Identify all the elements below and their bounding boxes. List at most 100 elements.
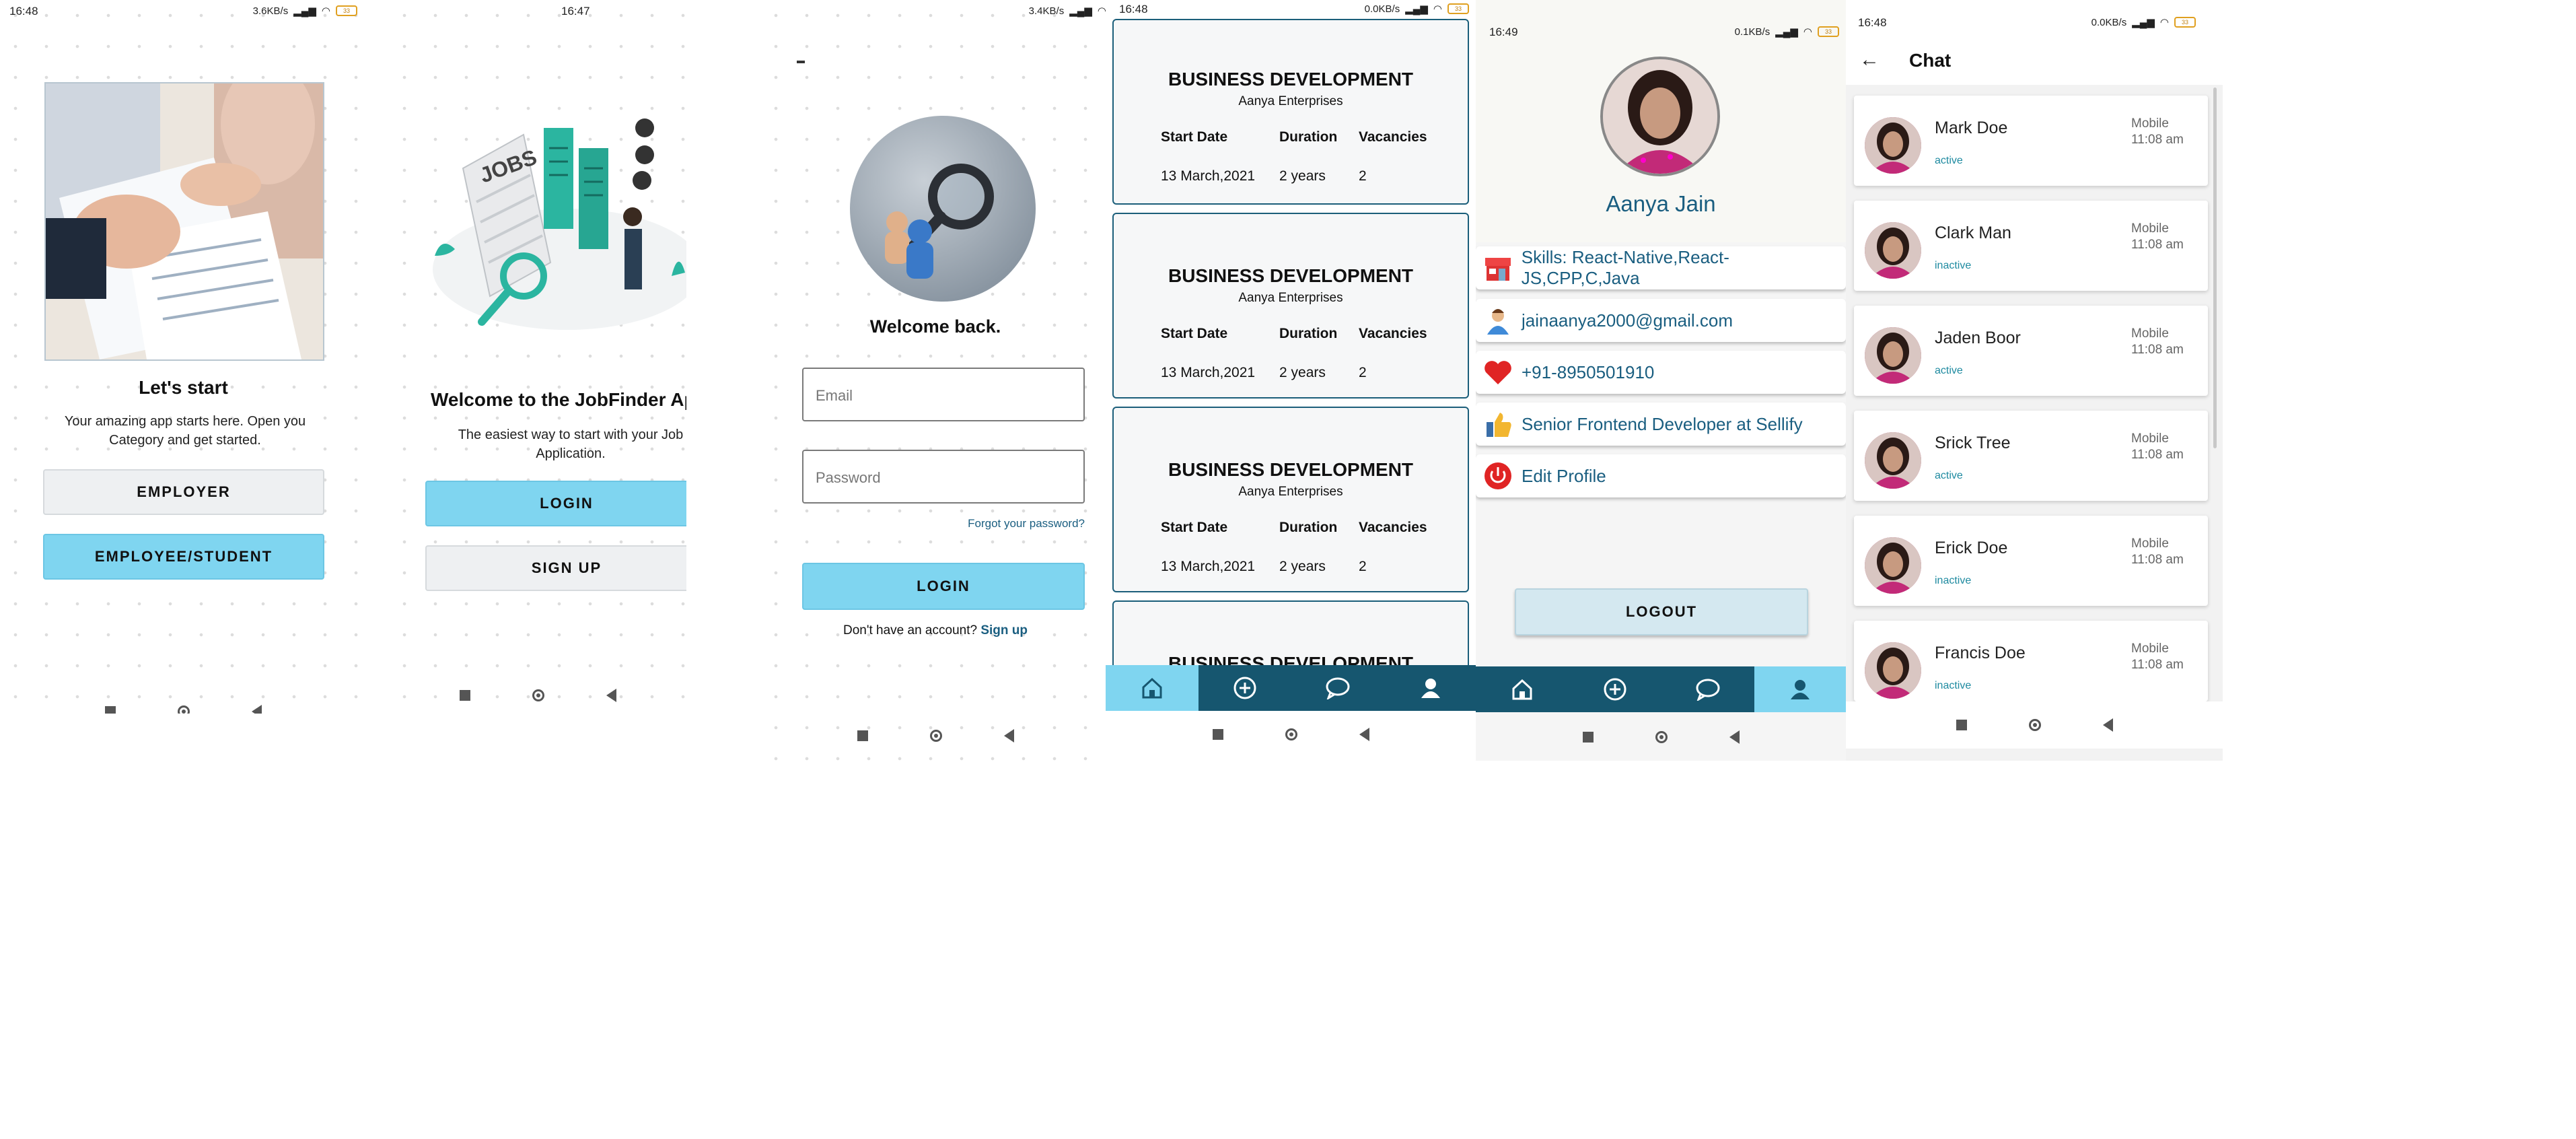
- power-icon: [1482, 460, 1513, 491]
- no-account-text: Don't have an account?: [843, 623, 978, 637]
- recents-icon[interactable]: [1212, 729, 1223, 740]
- android-nav-bar: [389, 672, 686, 714]
- edit-profile-text: Edit Profile: [1522, 465, 1606, 486]
- contact-meta: Mobile 11:08 am: [2131, 326, 2184, 358]
- home-circle-icon[interactable]: [178, 705, 190, 714]
- network-speed: 0.0KB/s: [2091, 16, 2127, 28]
- device-label: Mobile: [2131, 326, 2169, 341]
- chat-list-item[interactable]: Jaden Boor active Mobile 11:08 am: [1854, 306, 2208, 396]
- device-label: Mobile: [2131, 642, 2169, 656]
- job-row: Senior Frontend Developer at Sellify: [1476, 403, 1846, 446]
- tab-add[interactable]: [1198, 665, 1291, 711]
- recents-icon[interactable]: [857, 730, 868, 741]
- recents-icon[interactable]: [1582, 732, 1594, 743]
- back-icon[interactable]: [2102, 718, 2113, 732]
- back-icon[interactable]: [1729, 730, 1740, 744]
- home-circle-icon[interactable]: [2028, 719, 2041, 731]
- screen-profile: 16:49 0.1KB/s ▂▄▆ ◠ 33 Aanya Jain Skills…: [1476, 0, 1846, 761]
- chat-list-item[interactable]: Clark Man inactive Mobile 11:08 am: [1854, 201, 2208, 291]
- job-title: BUSINESS DEVELOPMENT: [1168, 69, 1414, 90]
- login-button[interactable]: LOGIN: [425, 481, 686, 526]
- tab-profile[interactable]: [1384, 665, 1476, 711]
- start-date-header: Start Date: [1161, 129, 1228, 145]
- scrollbar[interactable]: [2213, 88, 2217, 448]
- job-company: Aanya Enterprises: [1238, 485, 1343, 499]
- wifi-icon: ◠: [2159, 17, 2169, 28]
- job-card[interactable]: BUSINESS DEVELOPMENT Aanya Enterprises S…: [1112, 19, 1469, 205]
- signal-icon: ▂▄▆: [293, 5, 316, 17]
- back-icon[interactable]: [606, 689, 616, 702]
- job-company: Aanya Enterprises: [1238, 291, 1343, 305]
- message-time: 11:08 am: [2131, 553, 2184, 567]
- tab-chat[interactable]: [1291, 665, 1384, 711]
- back-icon[interactable]: [1359, 728, 1369, 741]
- contact-status: inactive: [1935, 680, 1972, 691]
- password-placeholder: Password: [816, 469, 881, 486]
- employer-button[interactable]: EMPLOYER: [43, 469, 324, 515]
- signup-link[interactable]: Sign up: [980, 623, 1028, 637]
- profile-name: Aanya Jain: [1606, 191, 1716, 216]
- email-placeholder: Email: [816, 387, 853, 404]
- avatar: [1865, 432, 1921, 489]
- screen-login: 3.4KB/s ▂▄▆ ◠ Welcome back. Email Passwo…: [760, 0, 1110, 761]
- status-time: 16:48: [1858, 16, 1887, 29]
- employee-student-button[interactable]: EMPLOYEE/STUDENT: [43, 534, 324, 580]
- signup-button[interactable]: SIGN UP: [425, 545, 686, 591]
- home-circle-icon[interactable]: [1655, 731, 1668, 743]
- back-arrow-icon[interactable]: ←: [1859, 50, 1880, 70]
- edit-profile-row[interactable]: Edit Profile: [1476, 454, 1846, 497]
- job-company: Aanya Enterprises: [1238, 94, 1343, 108]
- login-button[interactable]: LOGIN: [802, 563, 1085, 610]
- job-title: BUSINESS DEVELOPMENT: [1168, 265, 1414, 286]
- message-time: 11:08 am: [2131, 658, 2184, 672]
- forgot-password-link[interactable]: Forgot your password?: [968, 517, 1085, 530]
- battery-icon: 33: [2174, 17, 2196, 28]
- recents-icon[interactable]: [105, 706, 116, 714]
- wifi-icon: ◠: [1803, 26, 1812, 38]
- duration-value: 2 years: [1279, 365, 1326, 380]
- start-date-value: 13 March,2021: [1161, 559, 1256, 574]
- status-bar: 16:49 0.1KB/s ▂▄▆ ◠ 33: [1476, 0, 1846, 38]
- bottom-tab-bar: [1476, 666, 1846, 712]
- tab-chat[interactable]: [1661, 666, 1754, 712]
- battery-icon: 33: [1818, 26, 1839, 37]
- password-field[interactable]: Password: [802, 450, 1085, 504]
- signal-icon: ▂▄▆: [1775, 26, 1798, 38]
- chat-list-item[interactable]: Erick Doe inactive Mobile 11:08 am: [1854, 516, 2208, 606]
- status-bar: 16:48 0.0KB/s ▂▄▆ ◠ 33: [1106, 0, 1476, 18]
- recents-icon[interactable]: [459, 690, 470, 701]
- start-date-value: 13 March,2021: [1161, 168, 1256, 184]
- contact-name: Erick Doe: [1935, 539, 2008, 557]
- email-field[interactable]: Email: [802, 368, 1085, 421]
- contact-meta: Mobile 11:08 am: [2131, 116, 2184, 148]
- job-card[interactable]: BUSINESS DEVELOPMENT Aanya Enterprises S…: [1112, 407, 1469, 592]
- screen-chat: 16:48 0.0KB/s ▂▄▆ ◠ 33 ← Chat Mark Doe a…: [1846, 0, 2223, 761]
- message-time: 11:08 am: [2131, 343, 2184, 357]
- chat-list-item[interactable]: Mark Doe active Mobile 11:08 am: [1854, 96, 2208, 186]
- chat-icon: [1696, 679, 1720, 701]
- jobs-illustration: JOBS: [423, 108, 686, 337]
- email-text: jainaanya2000@gmail.com: [1522, 310, 1733, 331]
- back-icon[interactable]: [252, 705, 262, 714]
- heart-icon: [1482, 357, 1513, 388]
- chat-list-item[interactable]: Srick Tree active Mobile 11:08 am: [1854, 411, 2208, 501]
- job-card[interactable]: BUSINESS DEVELOPMENT Aanya Enterprises S…: [1112, 213, 1469, 399]
- home-circle-icon[interactable]: [929, 730, 942, 742]
- page-title: Welcome to the JobFinder App: [431, 389, 686, 410]
- hero-photo: [44, 82, 324, 361]
- tab-add[interactable]: [1569, 666, 1661, 712]
- back-icon[interactable]: [1003, 729, 1014, 743]
- menu-icon[interactable]: [797, 61, 805, 63]
- tab-profile[interactable]: [1754, 666, 1846, 712]
- tab-home[interactable]: [1476, 666, 1569, 712]
- home-icon: [1512, 679, 1532, 700]
- status-icons: 0.1KB/s ▂▄▆ ◠ 33: [1735, 26, 1839, 38]
- recents-icon[interactable]: [1956, 720, 1967, 730]
- logout-button[interactable]: LOGOUT: [1515, 588, 1808, 635]
- tab-home[interactable]: [1106, 665, 1198, 711]
- home-circle-icon[interactable]: [532, 689, 544, 701]
- wifi-icon: ◠: [1433, 3, 1442, 15]
- network-speed: 0.1KB/s: [1734, 26, 1770, 38]
- chat-list-item[interactable]: Francis Doe inactive Mobile 11:08 am: [1854, 621, 2208, 701]
- home-circle-icon[interactable]: [1285, 728, 1297, 740]
